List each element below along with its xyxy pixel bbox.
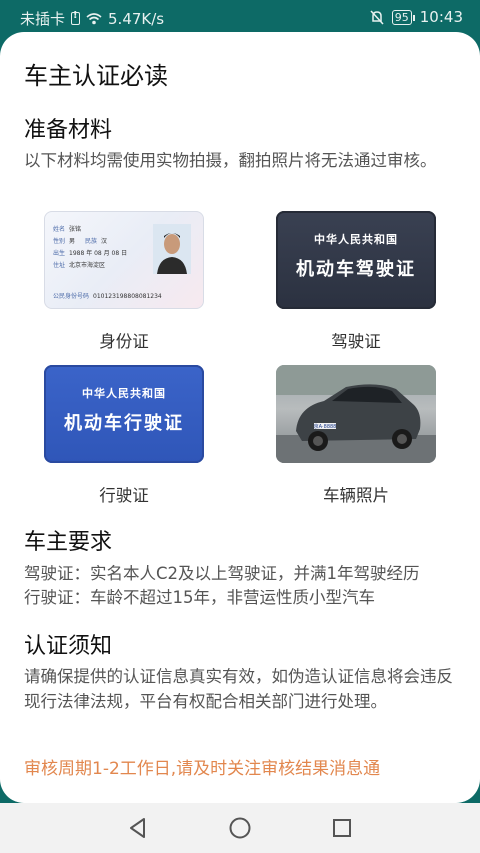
id-photo [153, 224, 191, 274]
vehicle-photo: 京A·8888 [276, 365, 436, 463]
card-title: 车主认证必读 [24, 62, 168, 90]
carrier-text: 未插卡 [20, 10, 66, 28]
wifi-icon [86, 12, 102, 25]
status-left: 未插卡 5.47K/s [20, 8, 164, 29]
battery-indicator: 95 [391, 9, 415, 25]
driver-license-label: 驾驶证 [331, 332, 381, 351]
clock: 10:43 [419, 8, 463, 26]
materials-desc: 以下材料均需使用实物拍摄，翻拍照片将无法通过审核。 [24, 151, 437, 170]
status-right: 95 10:43 [370, 8, 463, 26]
network-speed: 5.47K/s [108, 9, 165, 28]
vehicle-license-label: 行驶证 [99, 486, 149, 505]
owner-req-title: 车主要求 [24, 530, 113, 555]
notice-text: 请确保提供的认证信息真实有效，如伪造认证信息将会违反现行法律法规，平台有权配合相… [24, 667, 453, 711]
notice-title: 认证须知 [24, 634, 113, 659]
id-card-image: 姓名 张铭 性别男民族汉 出生 1988 年 08 月 08 日 住址 北京市海淀区 … [44, 211, 204, 309]
plate-text: 京A·8888 [314, 423, 337, 430]
home-icon[interactable] [228, 816, 252, 840]
recents-icon[interactable] [330, 816, 354, 840]
materials-title: 准备材料 [24, 118, 113, 143]
id-card-label: 身份证 [99, 332, 149, 351]
owner-req-line1: 驾驶证：实名本人C2及以上驾驶证，并满1年驾驶经历 [24, 564, 420, 583]
back-icon[interactable] [126, 816, 150, 840]
vehicle-license-image: 中华人民共和国 机动车行驶证 [44, 365, 204, 463]
driver-license-image: 中华人民共和国 机动车驾驶证 [276, 211, 436, 309]
status-bar: 未插卡 5.47K/s 95 10:43 [0, 0, 480, 34]
owner-req-line2: 行驶证：车龄不超过15年，非营运性质小型汽车 [24, 588, 375, 607]
sim-icon [71, 10, 81, 25]
bell-off-icon [370, 9, 384, 25]
review-cycle-text: 审核周期1-2工作日,请及时关注审核结果消息通 [24, 759, 381, 779]
vehicle-photo-label: 车辆照片 [323, 486, 389, 505]
